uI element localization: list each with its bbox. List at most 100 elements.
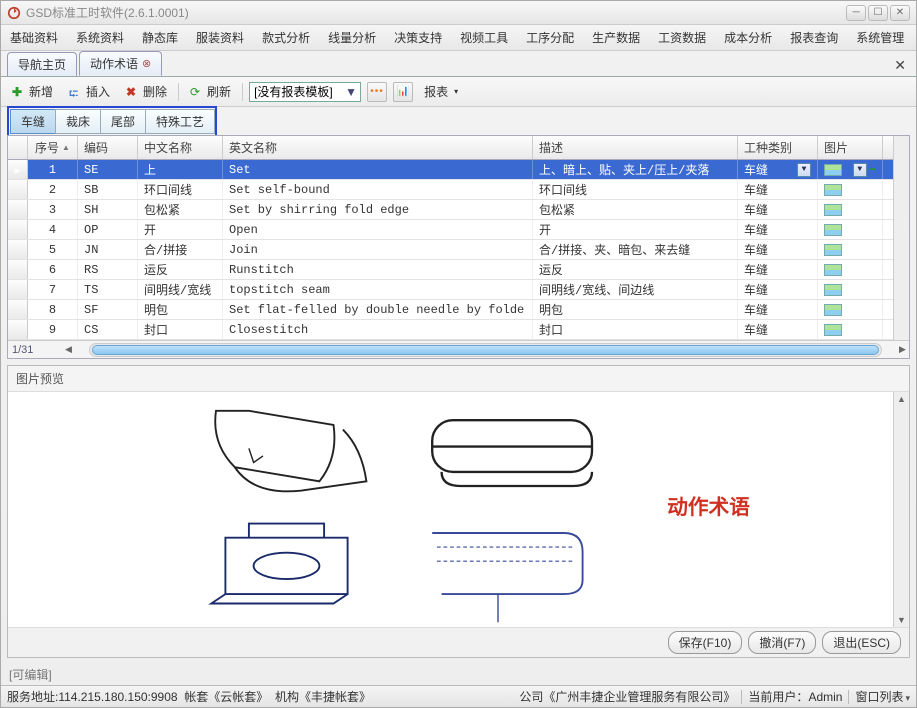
cat-tab-cutting[interactable]: 裁床 <box>55 109 101 134</box>
cell-seq[interactable]: 3 <box>28 200 78 219</box>
row-indicator[interactable] <box>8 300 28 319</box>
save-button[interactable]: 保存(F10) <box>668 631 743 654</box>
cell-en[interactable]: Set <box>223 160 533 179</box>
cell-cn[interactable]: 包松紧 <box>138 200 223 219</box>
menu-video[interactable]: 视频工具 <box>451 25 517 50</box>
cell-desc[interactable]: 合/拼接、夹、暗包、来去缝 <box>533 240 738 259</box>
menu-cost[interactable]: 成本分析 <box>715 25 781 50</box>
cell-type[interactable]: 车缝 <box>738 200 818 219</box>
menu-static[interactable]: 静态库 <box>133 25 187 50</box>
cell-cn[interactable]: 明包 <box>138 300 223 319</box>
close-button[interactable]: ✕ <box>890 5 910 21</box>
cell-img[interactable] <box>818 260 883 279</box>
menu-clothing[interactable]: 服装资料 <box>187 25 253 50</box>
row-indicator[interactable] <box>8 220 28 239</box>
cell-desc[interactable]: 明包 <box>533 300 738 319</box>
cell-code[interactable]: JN <box>78 240 138 259</box>
row-indicator[interactable]: ▸ <box>8 160 28 179</box>
minimize-button[interactable]: ─ <box>846 5 866 21</box>
cell-code[interactable]: SE <box>78 160 138 179</box>
cell-seq[interactable]: 1 <box>28 160 78 179</box>
delete-button[interactable]: ✖删除 <box>121 81 172 102</box>
undo-button[interactable]: 撤消(F7) <box>748 631 816 654</box>
cell-type[interactable]: 车缝 <box>738 240 818 259</box>
scroll-up-icon[interactable]: ▲ <box>894 392 909 406</box>
cell-desc[interactable]: 开 <box>533 220 738 239</box>
cell-cn[interactable]: 上 <box>138 160 223 179</box>
table-row[interactable]: 7TS间明线/宽线topstitch seam间明线/宽线、间边线车缝 <box>8 280 893 300</box>
col-header-img[interactable]: 图片 <box>818 136 883 159</box>
menu-basic[interactable]: 基础资料 <box>1 25 67 50</box>
cell-seq[interactable]: 4 <box>28 220 78 239</box>
cell-seq[interactable]: 6 <box>28 260 78 279</box>
menu-report[interactable]: 报表查询 <box>781 25 847 50</box>
table-row[interactable]: 2SB环口间线Set self-bound环口间线车缝 <box>8 180 893 200</box>
cell-cn[interactable]: 环口间线 <box>138 180 223 199</box>
row-indicator[interactable] <box>8 280 28 299</box>
row-indicator-header[interactable] <box>8 136 28 159</box>
cell-img[interactable] <box>818 280 883 299</box>
col-header-en[interactable]: 英文名称 <box>223 136 533 159</box>
insert-button[interactable]: ⮓插入 <box>64 81 115 102</box>
cell-img[interactable] <box>818 300 883 319</box>
row-indicator[interactable] <box>8 240 28 259</box>
cell-desc[interactable]: 运反 <box>533 260 738 279</box>
menu-decision[interactable]: 决策支持 <box>385 25 451 50</box>
cell-en[interactable]: Runstitch <box>223 260 533 279</box>
cat-tab-sewing[interactable]: 车缝 <box>10 109 56 134</box>
maximize-button[interactable]: ☐ <box>868 5 888 21</box>
col-header-desc[interactable]: 描述 <box>533 136 738 159</box>
cell-seq[interactable]: 7 <box>28 280 78 299</box>
cell-type[interactable]: 车缝▼ <box>738 160 818 179</box>
dropdown-icon[interactable]: ▼ <box>797 163 811 177</box>
template-opts-button[interactable]: ••• <box>367 82 387 102</box>
col-header-seq[interactable]: 序号▲ <box>28 136 78 159</box>
cell-code[interactable]: SH <box>78 200 138 219</box>
row-indicator[interactable] <box>8 180 28 199</box>
cell-img[interactable] <box>818 220 883 239</box>
cell-desc[interactable]: 环口间线 <box>533 180 738 199</box>
cell-seq[interactable]: 8 <box>28 300 78 319</box>
menu-sysmgr[interactable]: 系统管理 <box>847 25 913 50</box>
scroll-left-icon[interactable]: ◀ <box>62 343 75 356</box>
tab-terminology[interactable]: 动作术语 ⊗ <box>79 51 162 76</box>
cell-desc[interactable]: 包松紧 <box>533 200 738 219</box>
menu-system[interactable]: 系统资料 <box>67 25 133 50</box>
dropdown-icon[interactable]: ▼ <box>344 85 358 99</box>
grid-vscroll[interactable] <box>893 136 909 340</box>
table-row[interactable]: 5JN合/拼接Join合/拼接、夹、暗包、来去缝车缝 <box>8 240 893 260</box>
cell-code[interactable]: TS <box>78 280 138 299</box>
preview-vscroll[interactable]: ▲ ▼ <box>893 392 909 627</box>
cell-en[interactable]: Set by shirring fold edge <box>223 200 533 219</box>
cat-tab-special[interactable]: 特殊工艺 <box>145 109 215 134</box>
cell-seq[interactable]: 5 <box>28 240 78 259</box>
menu-style[interactable]: 款式分析 <box>253 25 319 50</box>
cell-cn[interactable]: 合/拼接 <box>138 240 223 259</box>
cell-img[interactable]: ▼⋯ <box>818 160 883 179</box>
add-button[interactable]: ✚新增 <box>7 81 58 102</box>
cell-code[interactable]: OP <box>78 220 138 239</box>
scroll-right-icon[interactable]: ▶ <box>896 343 909 356</box>
refresh-button[interactable]: ⟳刷新 <box>185 81 236 102</box>
table-row[interactable]: 6RS运反Runstitch运反车缝 <box>8 260 893 280</box>
cell-seq[interactable]: 9 <box>28 320 78 339</box>
cell-type[interactable]: 车缝 <box>738 220 818 239</box>
cell-cn[interactable]: 封口 <box>138 320 223 339</box>
cell-cn[interactable]: 间明线/宽线 <box>138 280 223 299</box>
report-button[interactable]: 报表▾ <box>419 81 463 102</box>
scroll-thumb[interactable] <box>92 345 879 355</box>
col-header-cn[interactable]: 中文名称 <box>138 136 223 159</box>
menu-thread[interactable]: 线量分析 <box>319 25 385 50</box>
cell-type[interactable]: 车缝 <box>738 260 818 279</box>
menu-process[interactable]: 工序分配 <box>517 25 583 50</box>
cell-code[interactable]: SF <box>78 300 138 319</box>
cell-code[interactable]: RS <box>78 260 138 279</box>
close-icon[interactable]: ⊗ <box>142 57 151 70</box>
cell-seq[interactable]: 2 <box>28 180 78 199</box>
cell-en[interactable]: Set self-bound <box>223 180 533 199</box>
cell-en[interactable]: Closestitch <box>223 320 533 339</box>
row-indicator[interactable] <box>8 320 28 339</box>
cell-code[interactable]: CS <box>78 320 138 339</box>
cell-desc[interactable]: 上、暗上、贴、夹上/压上/夹落 <box>533 160 738 179</box>
cell-img[interactable] <box>818 240 883 259</box>
